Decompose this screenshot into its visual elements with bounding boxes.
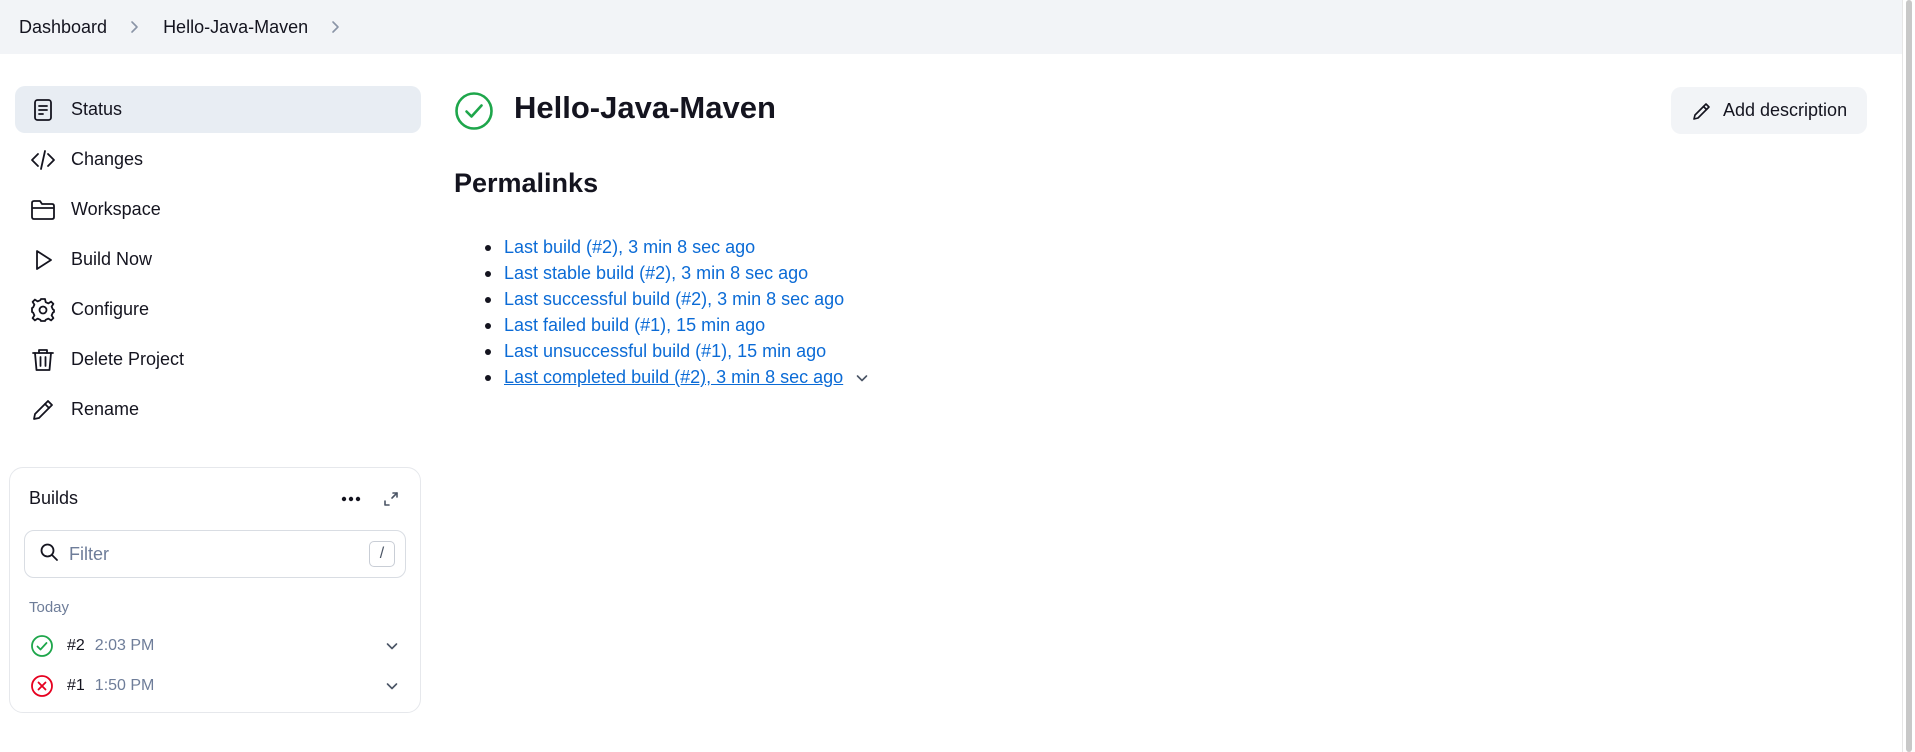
scrollbar-thumb[interactable] — [1906, 0, 1912, 752]
expand-icon[interactable] — [376, 484, 406, 514]
list-item: Last successful build (#2), 3 min 8 sec … — [485, 286, 873, 312]
success-status-icon — [29, 633, 55, 659]
chevron-down-icon[interactable] — [851, 367, 873, 389]
build-row[interactable]: #2 2:03 PM — [24, 628, 410, 664]
list-item: Last failed build (#1), 15 min ago — [485, 312, 873, 338]
sidebar-item-label: Configure — [71, 299, 150, 319]
add-description-label: Add description — [1723, 100, 1848, 120]
list-item: Last stable build (#2), 3 min 8 sec ago — [485, 260, 873, 286]
build-number[interactable]: #2 — [67, 637, 85, 655]
search-icon — [39, 542, 59, 567]
list-item: Last completed build (#2), 3 min 8 sec a… — [485, 364, 873, 390]
gear-icon — [29, 296, 57, 324]
permalink-last-failed-build[interactable]: Last failed build (#1), 15 min ago — [504, 315, 765, 335]
sidebar-item-build-now[interactable]: Build Now — [15, 236, 421, 283]
build-row[interactable]: #1 1:50 PM — [24, 668, 410, 704]
add-description-button[interactable]: Add description — [1671, 87, 1867, 134]
sidebar-item-label: Changes — [71, 149, 144, 169]
permalink-last-completed-build[interactable]: Last completed build (#2), 3 min 8 sec a… — [504, 367, 843, 387]
build-number[interactable]: #1 — [67, 677, 85, 695]
sidebar-item-delete-project[interactable]: Delete Project — [15, 336, 421, 383]
breadcrumb-dashboard[interactable]: Dashboard — [19, 17, 107, 38]
pencil-icon — [1693, 102, 1710, 120]
list-item: Last unsuccessful build (#1), 15 min ago — [485, 338, 873, 364]
folder-icon — [29, 196, 57, 224]
chevron-down-icon[interactable] — [380, 634, 404, 658]
filter-input[interactable] — [69, 543, 349, 565]
list-item: Last build (#2), 3 min 8 sec ago — [485, 234, 873, 260]
breadcrumb: Dashboard Hello-Java-Maven — [0, 0, 1902, 54]
play-icon — [29, 246, 57, 274]
permalink-last-build[interactable]: Last build (#2), 3 min 8 sec ago — [504, 237, 755, 257]
builds-title: Builds — [29, 488, 79, 508]
permalink-last-stable-build[interactable]: Last stable build (#2), 3 min 8 sec ago — [504, 263, 808, 283]
sidebar-item-configure[interactable]: Configure — [15, 286, 421, 333]
permalinks-title: Permalinks — [454, 168, 599, 198]
status-document-icon — [29, 96, 57, 124]
builds-panel: Builds / Today #2 2:03 PM #1 1:50 PM — [9, 467, 421, 713]
permalink-last-unsuccessful-build[interactable]: Last unsuccessful build (#1), 15 min ago — [504, 341, 826, 361]
sidebar-item-label: Status — [71, 99, 123, 119]
chevron-right-icon[interactable] — [326, 17, 346, 37]
build-time: 1:50 PM — [94, 677, 155, 694]
failed-status-icon — [29, 673, 55, 699]
pencil-icon — [29, 396, 57, 424]
page-title: Hello-Java-Maven — [514, 90, 776, 125]
breadcrumb-project[interactable]: Hello-Java-Maven — [163, 17, 308, 38]
build-time: 2:03 PM — [94, 637, 155, 654]
sidebar: Status Changes Workspace Build Now Confi… — [15, 86, 421, 436]
sidebar-item-status[interactable]: Status — [15, 86, 421, 133]
permalink-last-successful-build[interactable]: Last successful build (#2), 3 min 8 sec … — [504, 289, 844, 309]
permalinks-list: Last build (#2), 3 min 8 sec ago Last st… — [485, 234, 873, 390]
sidebar-item-label: Rename — [71, 399, 140, 419]
trash-icon — [29, 346, 57, 374]
sidebar-item-changes[interactable]: Changes — [15, 136, 421, 183]
chevron-down-icon[interactable] — [380, 674, 404, 698]
sidebar-item-label: Workspace — [71, 199, 161, 219]
builds-filter[interactable]: / — [24, 530, 406, 578]
sidebar-item-label: Build Now — [71, 249, 153, 269]
shortcut-key-badge: / — [369, 541, 395, 567]
sidebar-item-label: Delete Project — [71, 349, 185, 369]
vertical-scrollbar[interactable] — [1902, 0, 1915, 752]
builds-day-label: Today — [29, 599, 70, 616]
success-status-icon — [454, 91, 494, 131]
more-options-icon[interactable] — [336, 484, 366, 514]
sidebar-item-workspace[interactable]: Workspace — [15, 186, 421, 233]
code-icon — [29, 146, 57, 174]
sidebar-item-rename[interactable]: Rename — [15, 386, 421, 433]
chevron-right-icon — [125, 17, 145, 37]
